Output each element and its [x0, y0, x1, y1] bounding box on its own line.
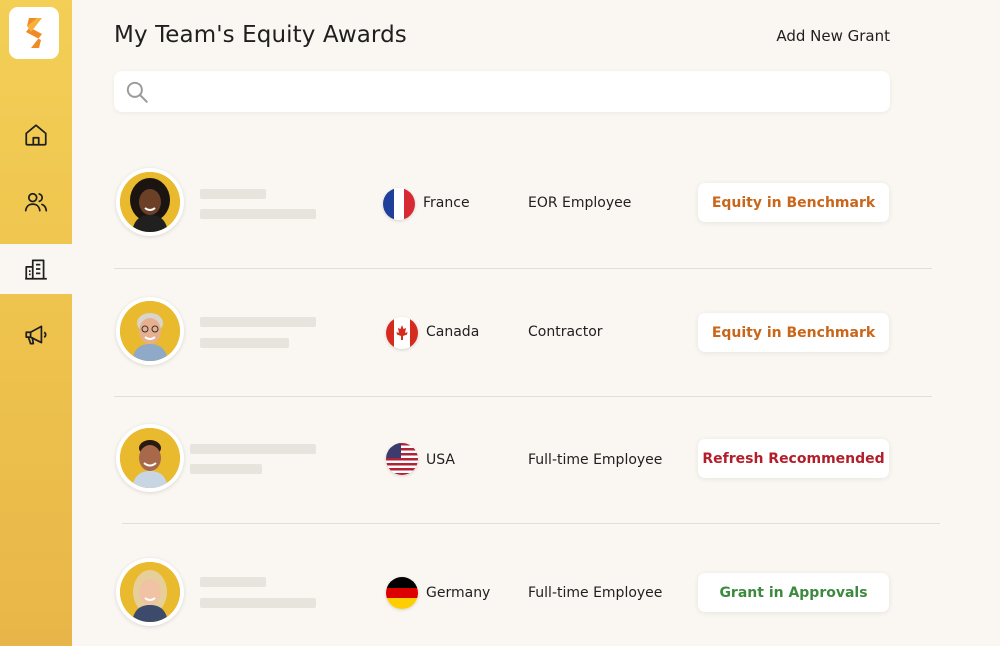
logo-icon — [26, 18, 42, 48]
avatar — [116, 168, 184, 236]
employment-type: Full-time Employee — [528, 452, 663, 468]
row-divider — [122, 523, 940, 524]
status-badge[interactable]: Equity in Benchmark — [698, 183, 889, 222]
home-icon — [25, 124, 47, 146]
employment-type: Full-time Employee — [528, 585, 663, 601]
sidebar-item-team[interactable] — [0, 177, 72, 227]
title-placeholder — [200, 209, 316, 219]
app-logo[interactable] — [9, 7, 59, 59]
employment-type: EOR Employee — [528, 195, 632, 211]
france-flag-icon — [383, 188, 415, 220]
sidebar-item-home[interactable] — [0, 110, 72, 160]
name-placeholder — [190, 444, 316, 454]
sidebar-item-announcements[interactable] — [0, 310, 72, 360]
country-label: France — [423, 195, 470, 211]
building-icon — [25, 259, 47, 280]
status-badge[interactable]: Refresh Recommended — [698, 439, 889, 478]
sidebar — [0, 0, 72, 646]
employee-row[interactable]: Germany Full-time Employee Grant in Appr… — [114, 543, 934, 643]
employee-row[interactable]: Canada Contractor Equity in Benchmark — [114, 282, 934, 382]
country-label: USA — [426, 452, 455, 468]
employee-row[interactable]: USA Full-time Employee Refresh Recommend… — [114, 408, 934, 508]
title-placeholder — [190, 464, 262, 474]
usa-flag-icon — [386, 443, 418, 475]
row-divider — [114, 396, 932, 397]
title-placeholder — [200, 338, 289, 348]
search-bar[interactable] — [114, 71, 890, 112]
add-new-grant-button[interactable]: Add New Grant — [776, 27, 890, 45]
sidebar-item-organization[interactable] — [0, 244, 72, 294]
search-input[interactable] — [150, 71, 890, 112]
row-divider — [114, 268, 932, 269]
canada-flag-icon — [386, 317, 418, 349]
name-placeholder — [200, 317, 316, 327]
status-badge[interactable]: Grant in Approvals — [698, 573, 889, 612]
employee-row[interactable]: France EOR Employee Equity in Benchmark — [114, 153, 934, 253]
avatar — [116, 424, 184, 492]
country-label: Canada — [426, 324, 480, 340]
avatar — [116, 297, 184, 365]
megaphone-icon — [25, 325, 47, 345]
name-placeholder — [200, 577, 266, 587]
employment-type: Contractor — [528, 324, 603, 340]
country-label: Germany — [426, 585, 491, 601]
people-icon — [24, 192, 48, 212]
germany-flag-icon — [386, 577, 418, 609]
title-placeholder — [200, 598, 316, 608]
name-placeholder — [200, 189, 266, 199]
avatar — [116, 558, 184, 626]
search-icon — [126, 81, 148, 103]
status-badge[interactable]: Equity in Benchmark — [698, 313, 889, 352]
page-title: My Team's Equity Awards — [114, 22, 407, 48]
